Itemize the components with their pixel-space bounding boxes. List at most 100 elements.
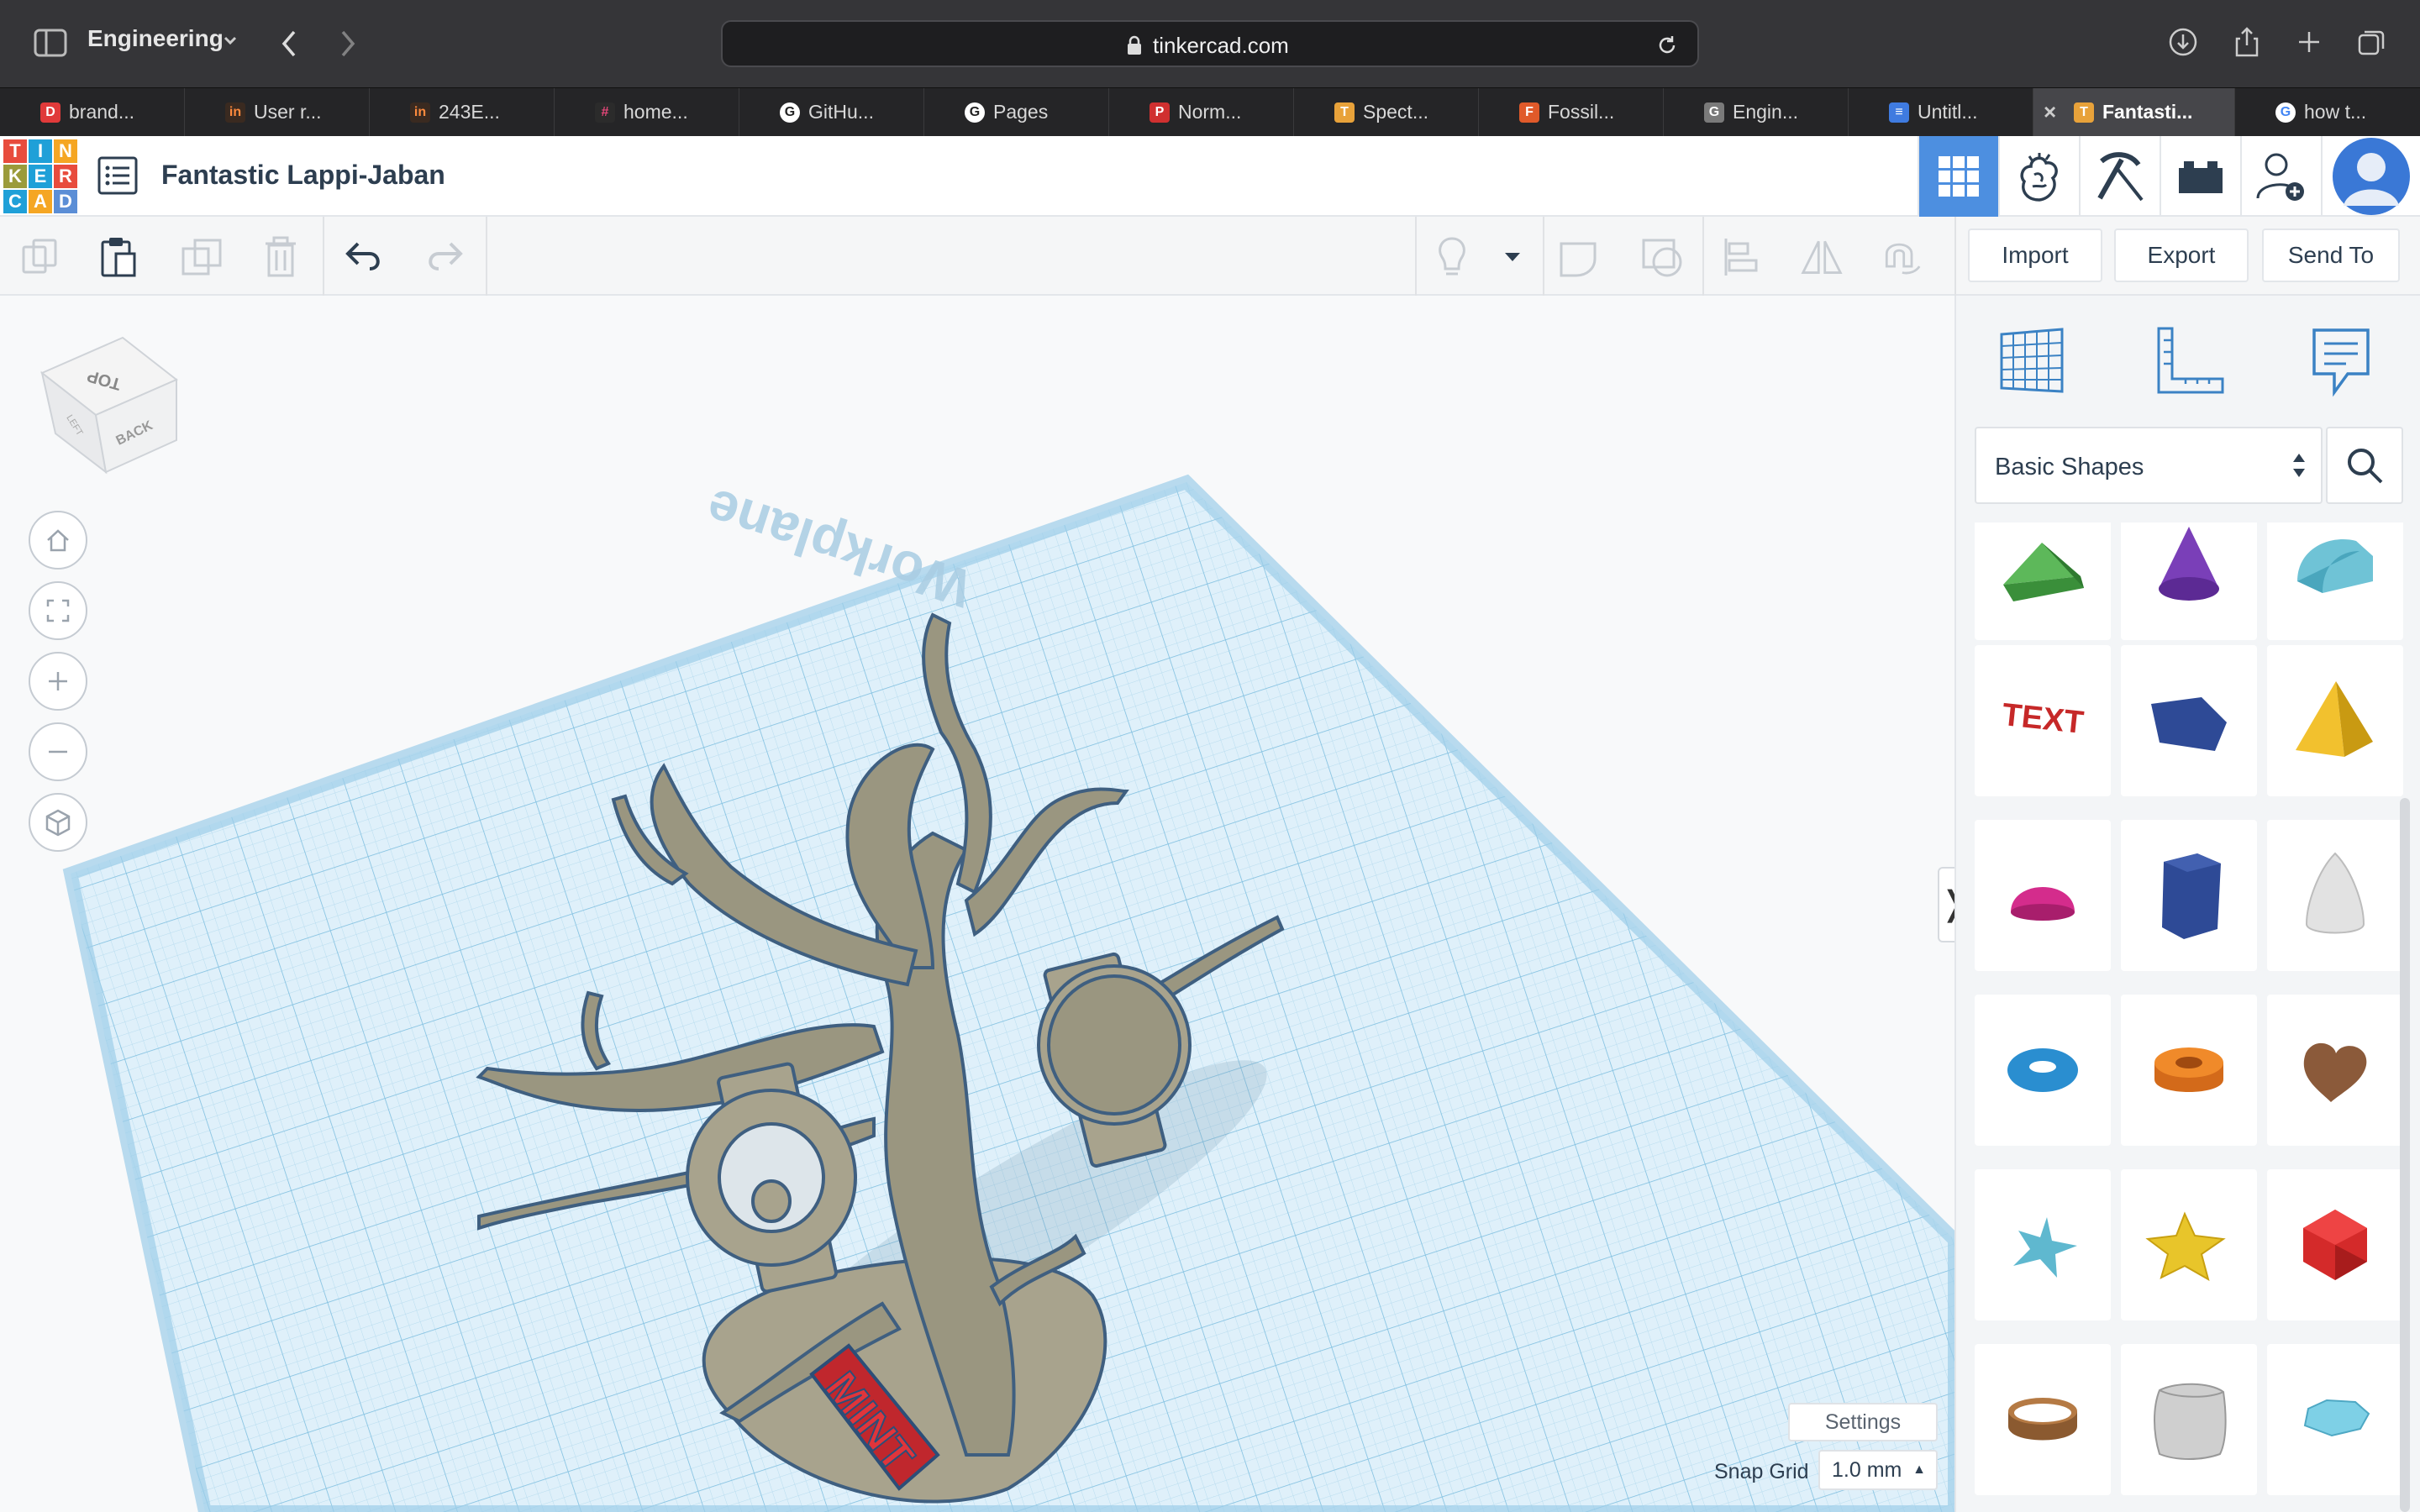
text-shape[interactable]: TEXT (1975, 645, 2111, 796)
home-view-button[interactable] (29, 511, 87, 570)
share-icon[interactable] (2230, 25, 2264, 59)
chevron-down-icon[interactable] (222, 32, 239, 49)
blocks-view-button[interactable] (1998, 136, 2079, 217)
tube-shape[interactable] (2121, 995, 2257, 1146)
ruler-icon (2157, 327, 2224, 394)
address-bar[interactable]: tinkercad.com (721, 20, 1699, 67)
browser-tab[interactable]: G Pages (924, 88, 1109, 137)
browser-tab[interactable]: F Fossil... (1479, 88, 1664, 137)
toolbar-divider (323, 217, 324, 296)
torus-shape[interactable] (1975, 995, 2111, 1146)
mirror-icon (1801, 240, 1843, 274)
browser-tab[interactable]: T Spect... (1294, 88, 1479, 137)
rounded-box-shape[interactable] (2121, 1344, 2257, 1495)
half-cylinder-shape[interactable] (2267, 522, 2403, 640)
zoom-in-button[interactable] (29, 652, 87, 711)
project-title[interactable]: Fantastic Lappi-Jaban (161, 160, 445, 191)
mirror-button[interactable] (1800, 235, 1844, 279)
ring-shape[interactable] (1975, 1344, 2111, 1495)
shape-library-select[interactable]: Basic Shapes (1975, 427, 2323, 504)
bricks-view-button[interactable] (2079, 136, 2160, 217)
paste-button[interactable] (96, 235, 139, 279)
import-button[interactable]: Import (1968, 228, 2102, 282)
settings-button[interactable]: Settings (1788, 1403, 1938, 1441)
group-button[interactable] (1558, 235, 1602, 279)
snap-grid-select[interactable]: 1.0 mm ▲ (1818, 1450, 1938, 1490)
shape-group-icon (1560, 242, 1597, 277)
new-tab-icon[interactable] (2292, 25, 2326, 59)
notes-tool-button[interactable] (2301, 321, 2381, 402)
3d-design-view-button[interactable] (1918, 136, 1998, 217)
close-icon[interactable]: × (2044, 99, 2056, 125)
hexagonal-prism-shape[interactable] (2121, 820, 2257, 971)
notes-button[interactable] (1430, 235, 1474, 279)
icosahedron-shape[interactable] (2267, 1169, 2403, 1320)
fit-view-button[interactable] (29, 581, 87, 640)
workplane-tool-button[interactable] (1991, 321, 2072, 402)
zoom-out-button[interactable] (29, 722, 87, 781)
tab-favicon: # (595, 102, 615, 123)
export-button[interactable]: Export (2114, 228, 2249, 282)
undo-button[interactable] (343, 235, 387, 279)
logo-letter: C (3, 190, 27, 213)
browser-tab[interactable]: ≡ Untitl... (1849, 88, 2033, 137)
browser-tab[interactable]: in 243E... (370, 88, 555, 137)
notes-dropdown-button[interactable] (1492, 235, 1533, 279)
text-shape-glyph: TEXT (2001, 697, 2086, 741)
invite-user-button[interactable] (2240, 136, 2321, 217)
send-to-button[interactable]: Send To (2262, 228, 2400, 282)
design-list-icon[interactable] (97, 156, 138, 195)
browser-tab[interactable]: G GitHu... (739, 88, 924, 137)
wedge-shape[interactable] (1975, 522, 2111, 640)
shape-search-button[interactable] (2326, 427, 2403, 504)
downloads-icon[interactable] (2166, 25, 2200, 59)
copy-icon (22, 239, 57, 274)
gem-shape[interactable] (2267, 1344, 2403, 1495)
user-avatar-button[interactable] (2321, 136, 2420, 217)
reload-icon[interactable] (1655, 34, 1679, 57)
copy-button[interactable] (18, 235, 62, 279)
ungroup-button[interactable] (1640, 235, 1684, 279)
tab-favicon: G (780, 102, 800, 123)
profile-name[interactable]: Engineering (87, 25, 224, 52)
half-sphere-shape[interactable] (1975, 820, 2111, 971)
browser-tab[interactable]: G Engin... (1664, 88, 1849, 137)
perspective-button[interactable] (29, 793, 87, 852)
view-cube[interactable]: TOP BACK LEFT (37, 321, 188, 480)
delete-button[interactable] (259, 235, 302, 279)
gold-star-shape[interactable] (2121, 1169, 2257, 1320)
sim-lab-button[interactable] (2160, 136, 2240, 217)
heart-shape[interactable] (2267, 995, 2403, 1146)
pickaxe-icon (2097, 152, 2144, 202)
back-icon[interactable] (277, 27, 301, 60)
browser-tab[interactable]: D brand... (0, 88, 185, 137)
tinkercad-logo[interactable]: T I N K E R C A D (3, 139, 77, 213)
polygon-shape[interactable] (2121, 645, 2257, 796)
logo-letter: E (29, 165, 52, 188)
browser-tab-active[interactable]: × T Fantasti... (2033, 88, 2235, 137)
browser-tab[interactable]: # home... (555, 88, 739, 137)
browser-tab[interactable]: in User r... (185, 88, 370, 137)
sidebar-toggle-icon[interactable] (34, 29, 67, 57)
panel-scrollbar[interactable] (2400, 798, 2410, 1512)
star-shape[interactable] (1975, 1169, 2111, 1320)
duplicate-button[interactable] (180, 235, 224, 279)
tab-overview-icon[interactable] (2354, 25, 2388, 59)
paraboloid-shape[interactable] (2267, 820, 2403, 971)
logo-letter: N (54, 139, 77, 163)
forward-icon[interactable] (336, 27, 360, 60)
browser-tab[interactable]: G how t... (2235, 88, 2420, 137)
tab-favicon: P (1150, 102, 1170, 123)
3d-scene[interactable]: Workplane MINT (0, 296, 1954, 1512)
ruler-tool-button[interactable] (2149, 321, 2230, 402)
workplane-viewport[interactable]: Workplane MINT TOP BACK LEFT Settings Sn… (0, 296, 1954, 1512)
search-icon (2348, 449, 2383, 484)
browser-tab[interactable]: P Norm... (1109, 88, 1294, 137)
cruise-button[interactable] (1879, 235, 1923, 279)
torus-icon (2007, 1048, 2078, 1092)
pyramid-shape[interactable] (2267, 645, 2403, 796)
panel-collapse-button[interactable]: ❭ (1938, 867, 1954, 942)
redo-button[interactable] (422, 235, 466, 279)
cone-shape[interactable] (2121, 522, 2257, 640)
align-button[interactable] (1719, 235, 1763, 279)
